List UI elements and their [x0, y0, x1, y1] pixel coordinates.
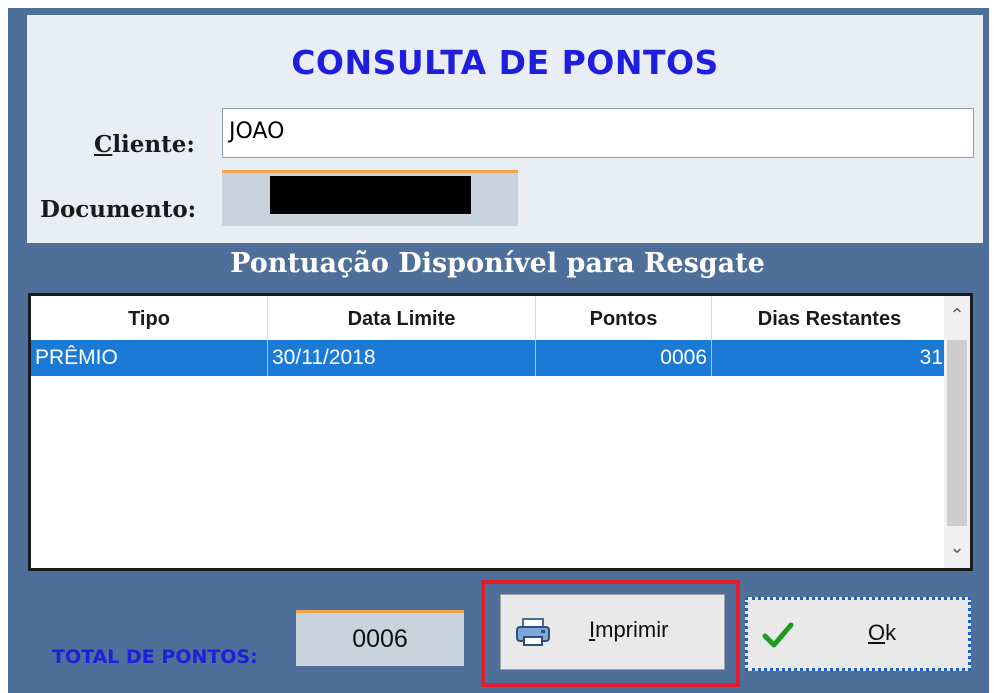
ok-button-label: Ok [868, 620, 896, 646]
documento-redaction [270, 176, 471, 214]
column-header-pontos[interactable]: Pontos [536, 296, 712, 340]
print-label-text: mprimir [595, 617, 669, 642]
scrollbar-thumb[interactable] [947, 340, 967, 526]
chevron-up-icon[interactable]: ⌃ [944, 296, 970, 336]
column-header-tipo[interactable]: Tipo [31, 296, 268, 340]
documento-label: Documento: [40, 196, 197, 223]
vertical-scrollbar[interactable]: ⌃ ⌄ [944, 296, 970, 568]
cliente-label-text: liente: [112, 131, 195, 158]
cell-data-limite: 30/11/2018 [268, 340, 536, 376]
ok-button[interactable]: Ok [745, 597, 971, 671]
page-title: CONSULTA DE PONTOS [291, 43, 719, 82]
cliente-label: Cliente: [94, 131, 195, 158]
cell-pontos: 0006 [536, 340, 712, 376]
column-header-dias-restantes[interactable]: Dias Restantes [712, 296, 947, 340]
ok-mnemonic: O [868, 620, 886, 645]
check-icon [762, 622, 794, 648]
chevron-down-icon[interactable]: ⌄ [944, 528, 970, 568]
print-button[interactable]: Imprimir [500, 594, 725, 670]
table-header: Tipo Data Limite Pontos Dias Restantes [31, 296, 947, 340]
print-button-label: Imprimir [589, 617, 668, 643]
cell-tipo: PRÊMIO [31, 340, 268, 376]
points-table: Tipo Data Limite Pontos Dias Restantes P… [28, 293, 973, 571]
table-row[interactable]: PRÊMIO 30/11/2018 0006 31 [31, 340, 947, 376]
ok-label-text: k [885, 620, 897, 645]
total-pontos-value: 0006 [296, 610, 464, 666]
cliente-input[interactable]: JOAO [222, 108, 974, 158]
total-pontos-label: TOTAL DE PONTOS: [52, 646, 258, 668]
cliente-label-mnemonic: C [94, 131, 113, 158]
printer-icon [516, 618, 550, 646]
cell-dias-restantes: 31 [919, 346, 943, 369]
section-subtitle: Pontuação Disponível para Resgate [230, 248, 765, 279]
column-header-data-limite[interactable]: Data Limite [268, 296, 536, 340]
